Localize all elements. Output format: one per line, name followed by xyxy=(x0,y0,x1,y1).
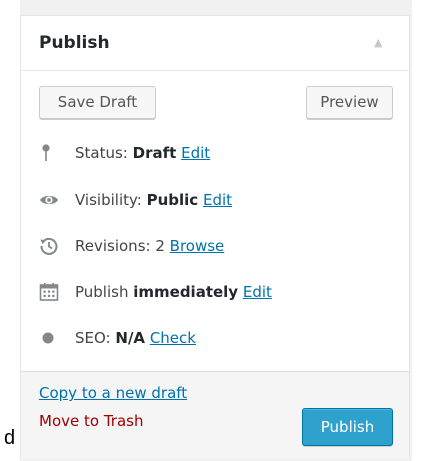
publish-button[interactable]: Publish xyxy=(302,408,393,446)
revisions-label: Revisions: xyxy=(75,237,151,255)
seo-label: SEO: xyxy=(75,329,111,347)
save-draft-button[interactable]: Save Draft xyxy=(39,86,156,119)
publish-box-header[interactable]: Publish ▲ xyxy=(21,16,409,71)
publish-box-title: Publish xyxy=(39,33,110,53)
status-label: Status: xyxy=(75,144,128,162)
calendar-icon xyxy=(39,283,59,301)
status-value: Draft xyxy=(132,144,177,162)
triangle-up-icon[interactable]: ▲ xyxy=(374,36,382,49)
status-edit-link[interactable]: Edit xyxy=(181,144,210,162)
page-background: d Publish ▲ Save Draft Preview Status: D… xyxy=(0,0,423,461)
history-icon xyxy=(40,237,58,255)
visibility-label: Visibility: xyxy=(75,191,142,209)
outer-margin-left xyxy=(0,0,20,461)
publish-edit-link[interactable]: Edit xyxy=(243,283,272,301)
revisions-browse-link[interactable]: Browse xyxy=(170,237,225,255)
publish-value: immediately xyxy=(133,283,239,301)
visibility-edit-link[interactable]: Edit xyxy=(203,191,232,209)
publish-box-footer: Copy to a new draft Move to Trash Publis… xyxy=(21,371,409,459)
revisions-count: 2 xyxy=(155,237,165,255)
copy-to-draft-link[interactable]: Copy to a new draft xyxy=(39,384,187,402)
pin-icon xyxy=(42,144,50,161)
move-to-trash-link[interactable]: Move to Trash xyxy=(39,412,143,430)
dot-icon xyxy=(42,332,54,344)
seo-value: N/A xyxy=(115,329,146,347)
publish-box: Publish ▲ Save Draft Preview Status: Dra… xyxy=(20,15,410,459)
visibility-value: Public xyxy=(146,191,199,209)
preview-button[interactable]: Preview xyxy=(306,86,393,119)
stray-text: d xyxy=(4,427,16,449)
seo-check-link[interactable]: Check xyxy=(150,329,196,347)
outer-margin-right xyxy=(412,0,423,461)
eye-icon xyxy=(40,195,58,205)
publish-label: Publish xyxy=(75,283,129,301)
